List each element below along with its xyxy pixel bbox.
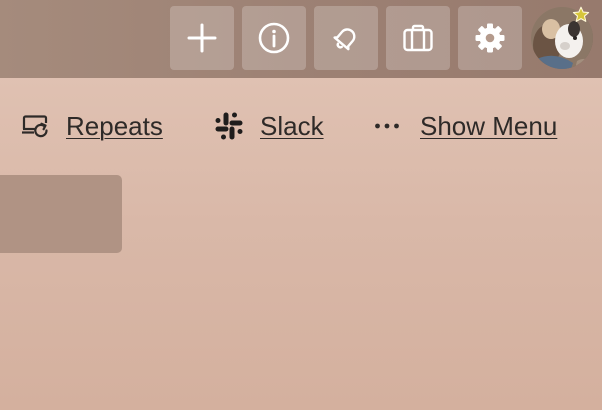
gear-icon bbox=[475, 23, 505, 53]
slack-link[interactable]: Slack bbox=[214, 109, 324, 143]
repeats-icon bbox=[20, 111, 50, 141]
show-menu-label: Show Menu bbox=[420, 111, 558, 141]
slack-icon bbox=[214, 111, 244, 141]
list-panel[interactable] bbox=[0, 175, 122, 253]
repeats-link[interactable]: Repeats bbox=[20, 109, 163, 143]
add-button[interactable] bbox=[170, 6, 234, 70]
more-icon bbox=[372, 111, 402, 141]
top-toolbar bbox=[0, 0, 602, 78]
star-badge-icon bbox=[572, 6, 590, 22]
briefcase-icon bbox=[403, 24, 433, 52]
show-menu-link[interactable]: Show Menu bbox=[372, 109, 557, 143]
info-button[interactable] bbox=[242, 6, 306, 70]
info-icon bbox=[258, 22, 290, 54]
bell-icon bbox=[333, 28, 356, 51]
repeats-label: Repeats bbox=[66, 111, 163, 141]
slack-label: Slack bbox=[260, 111, 324, 141]
plus-icon bbox=[187, 23, 217, 53]
settings-button[interactable] bbox=[458, 6, 522, 70]
notifications-button[interactable] bbox=[314, 6, 378, 70]
board-switcher-button[interactable] bbox=[386, 6, 450, 70]
